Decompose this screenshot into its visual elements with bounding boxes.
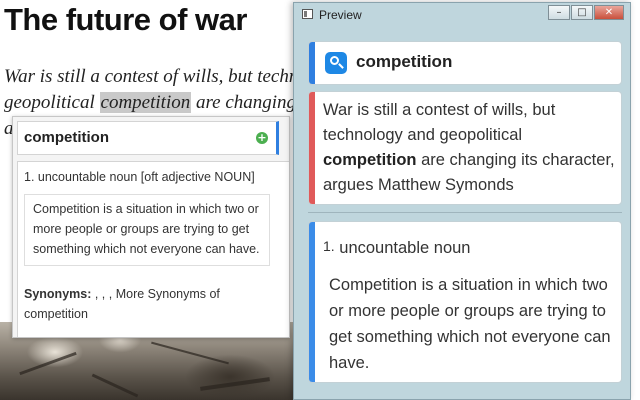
popup-word: competition bbox=[24, 129, 109, 146]
add-word-icon[interactable]: + bbox=[256, 132, 268, 144]
close-button[interactable]: ✕ bbox=[594, 5, 624, 20]
quote-card-strip bbox=[309, 92, 315, 204]
preview-window: Preview – □ ✕ competition War is still a… bbox=[293, 2, 631, 400]
window-app-icon bbox=[302, 9, 313, 19]
quote-text-before: War is still a contest of wills, but tec… bbox=[323, 101, 556, 144]
window-titlebar[interactable]: Preview – □ ✕ bbox=[294, 3, 630, 27]
window-controls: – □ ✕ bbox=[547, 5, 624, 23]
preview-sense-card: 1. uncountable noun Competition is a sit… bbox=[308, 221, 622, 383]
card-separator bbox=[308, 212, 622, 213]
maximize-button[interactable]: □ bbox=[571, 5, 593, 20]
preview-sense: 1. uncountable noun bbox=[323, 238, 470, 258]
article-title: The future of war bbox=[4, 2, 247, 37]
popup-definition: Competition is a situation in which two … bbox=[24, 194, 270, 266]
preview-quote-text: War is still a contest of wills, but tec… bbox=[323, 98, 615, 198]
synonyms-label: Synonyms: bbox=[24, 287, 92, 301]
minimize-button[interactable]: – bbox=[548, 5, 570, 20]
preview-definition: Competition is a situation in which two … bbox=[329, 276, 611, 372]
word-card-strip bbox=[309, 42, 315, 84]
popup-header: competition + bbox=[17, 121, 279, 155]
sense-card-strip bbox=[309, 222, 315, 382]
definition-popup: competition + 1. uncountable noun [oft a… bbox=[12, 116, 290, 338]
popup-sense: 1. uncountable noun [oft adjective NOUN] bbox=[24, 170, 255, 184]
dictionary-search-icon bbox=[325, 52, 347, 74]
popup-body: 1. uncountable noun [oft adjective NOUN]… bbox=[17, 161, 289, 337]
sense-part-of-speech: uncountable noun bbox=[339, 239, 471, 257]
quote-bold-word: competition bbox=[323, 151, 417, 169]
lede-highlighted-word[interactable]: competition bbox=[99, 92, 192, 113]
preview-word-card: competition bbox=[308, 41, 622, 85]
sense-number: 1. bbox=[323, 238, 335, 254]
popup-synonyms: Synonyms: , , , More Synonyms of competi… bbox=[24, 284, 274, 324]
preview-head-word: competition bbox=[356, 52, 453, 71]
window-title: Preview bbox=[319, 8, 362, 22]
preview-quote-card: War is still a contest of wills, but tec… bbox=[308, 91, 622, 205]
